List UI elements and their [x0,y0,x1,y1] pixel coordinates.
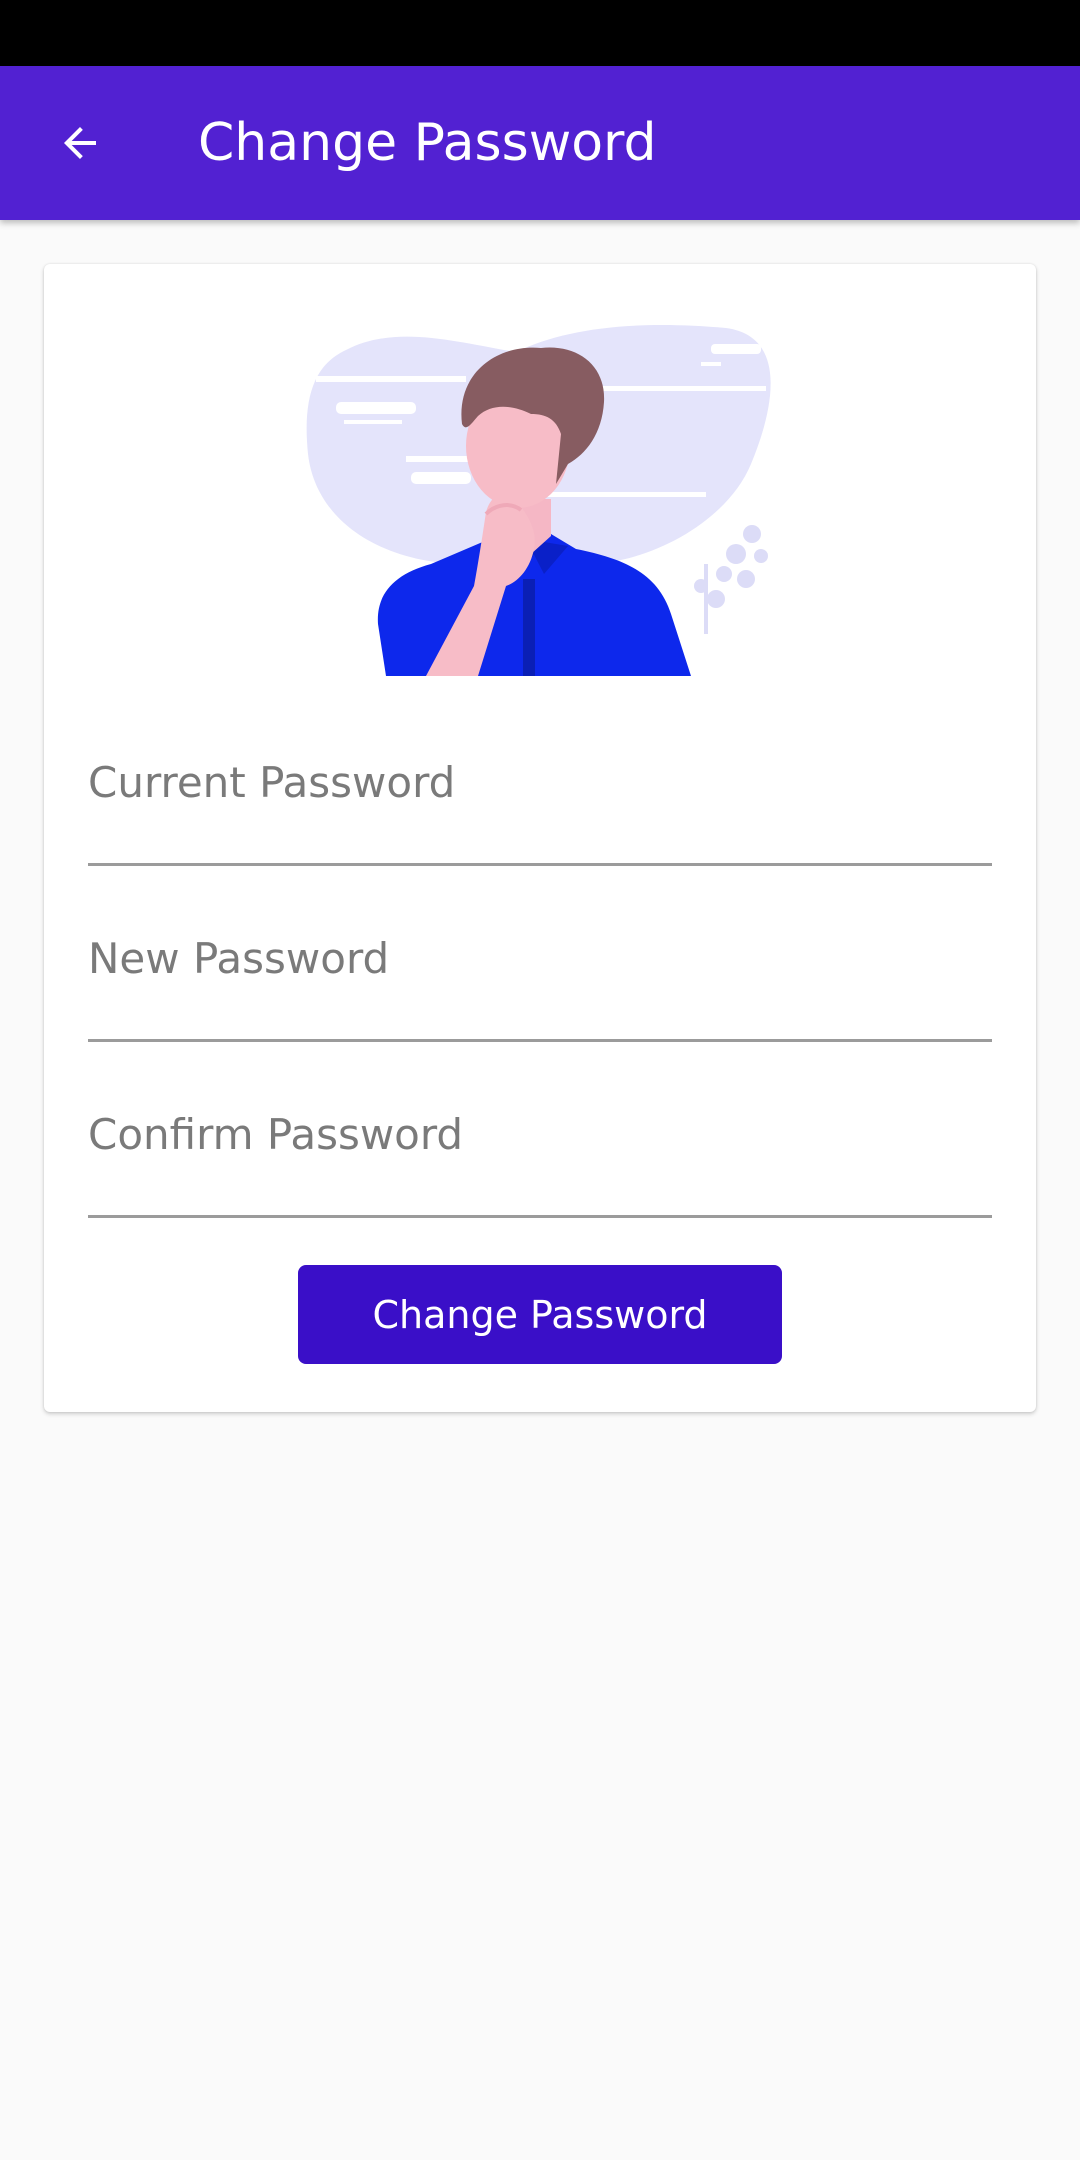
confirm-password-input[interactable] [88,1098,992,1215]
change-password-card: Change Password [44,264,1036,1412]
new-password-input[interactable] [88,922,992,1039]
change-password-button[interactable]: Change Password [298,1265,782,1364]
confirm-password-field[interactable] [88,1098,992,1218]
back-button[interactable] [36,99,124,187]
app-bar: Change Password [0,66,1080,220]
new-password-field[interactable] [88,922,992,1042]
page-title: Change Password [198,113,657,173]
thinking-person-illustration [306,325,771,676]
current-password-input[interactable] [88,746,992,863]
arrow-back-icon [64,127,96,159]
change-password-button-label: Change Password [372,1292,708,1337]
current-password-field[interactable] [88,746,992,866]
status-bar [0,0,1080,66]
